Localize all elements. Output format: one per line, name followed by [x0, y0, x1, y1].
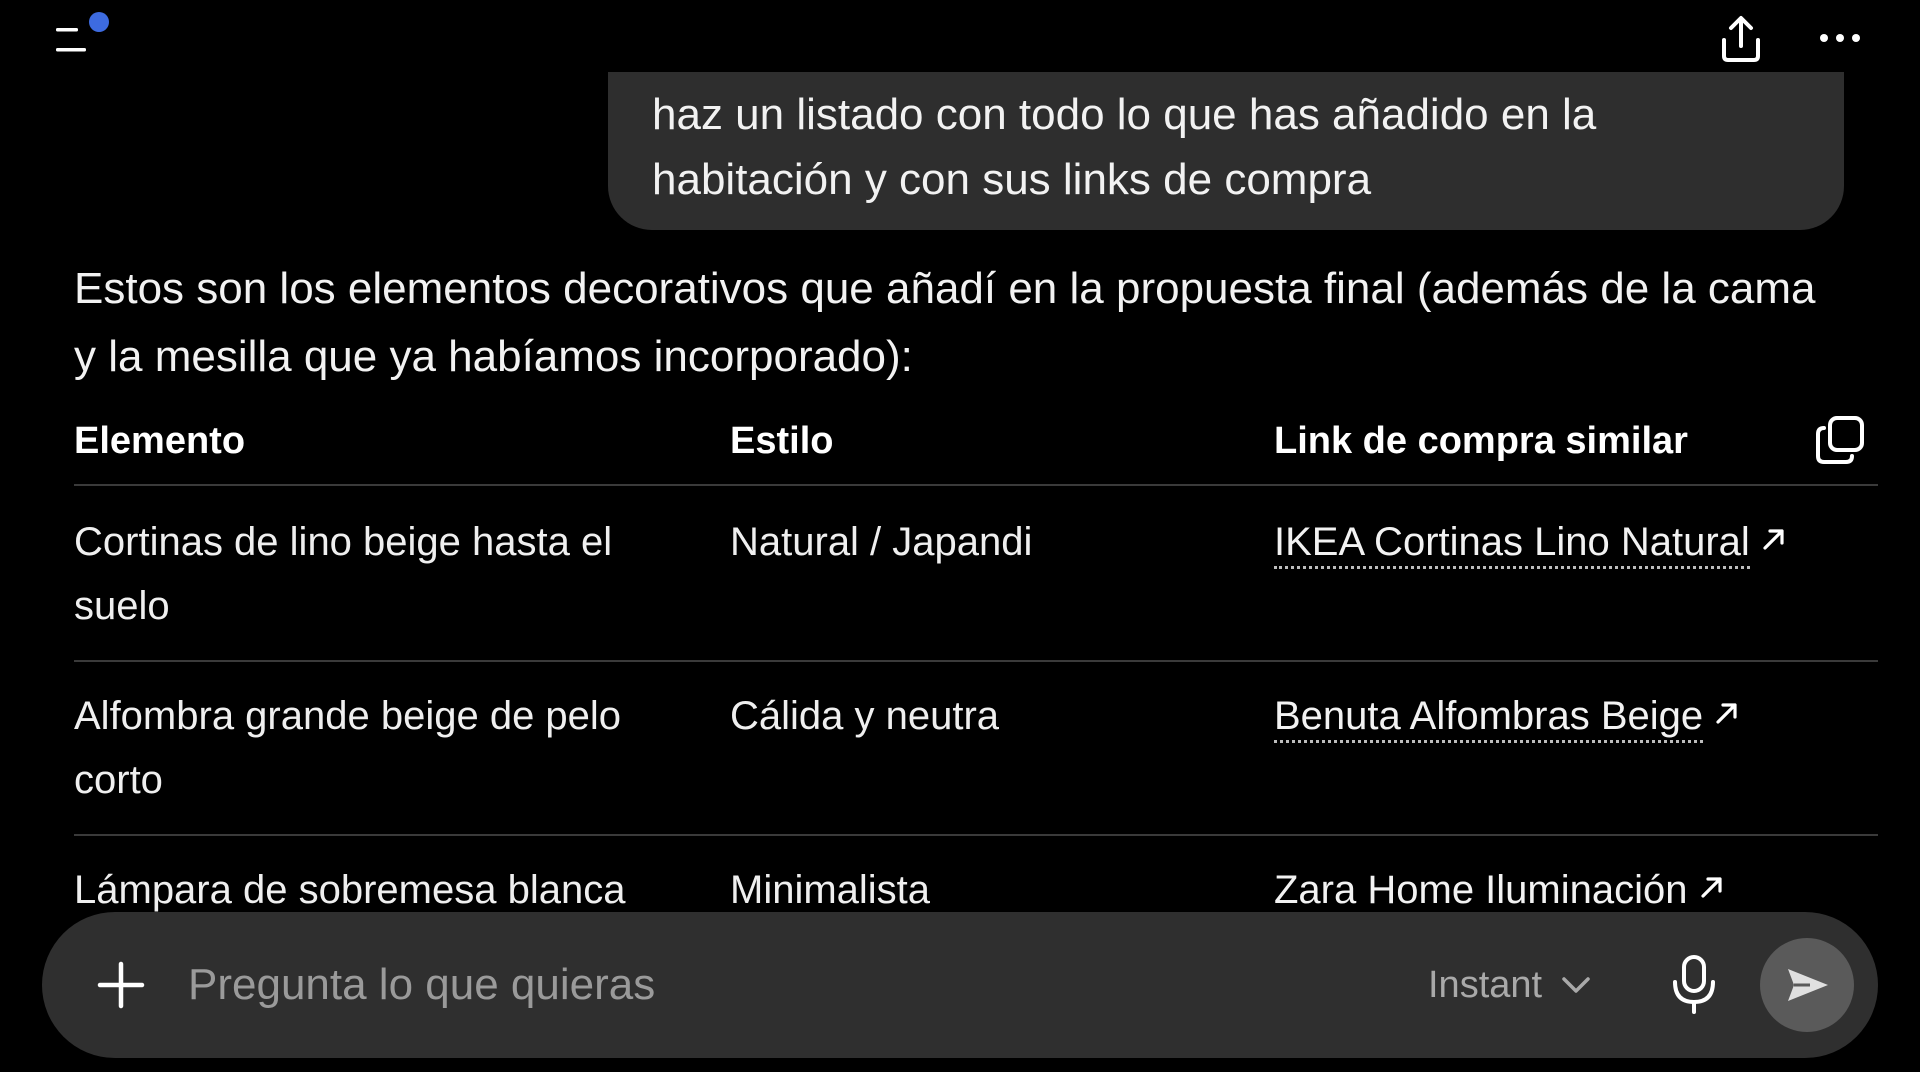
row-element: Alfombra grande beige de pelo corto: [74, 684, 621, 812]
row-element: Cortinas de lino beige hasta el suelo: [74, 510, 612, 638]
shopping-link-text[interactable]: Zara Home Iluminación: [1274, 868, 1688, 912]
row-style: Natural / Japandi: [730, 520, 1033, 564]
external-link-icon: [1700, 877, 1722, 898]
row-element-line: Cortinas de lino beige hasta el: [74, 520, 613, 564]
voice-input-button[interactable]: [1668, 954, 1720, 1016]
user-message-line: haz un listado con todo lo que has añadi…: [652, 90, 1597, 139]
sidebar-menu-icon: [56, 12, 109, 52]
plus-icon: [97, 961, 145, 1009]
user-message-line: habitación y con sus links de compra: [652, 155, 1372, 204]
more-options-button[interactable]: [1816, 22, 1866, 54]
send-icon: [1788, 969, 1828, 1001]
message-input[interactable]: [188, 948, 1388, 1022]
table-header-link: Link de compra similar: [1274, 420, 1688, 462]
copy-icon: [1816, 416, 1864, 464]
chevron-down-icon: [1562, 977, 1590, 993]
notification-dot-icon: [89, 12, 109, 32]
send-button[interactable]: [1760, 938, 1854, 1032]
shopping-link-text[interactable]: Benuta Alfombras Beige: [1274, 694, 1704, 743]
table-header-divider: [74, 484, 1878, 486]
shopping-link[interactable]: Benuta Alfombras Beige: [1274, 684, 1741, 748]
row-style: Cálida y neutra: [730, 694, 1000, 738]
table-header-element: Elemento: [74, 420, 246, 462]
message-composer: Instant: [42, 912, 1878, 1058]
model-mode-label: Instant: [1428, 963, 1543, 1006]
row-element-line: suelo: [74, 584, 170, 628]
share-button[interactable]: [1716, 14, 1766, 64]
table-header-style: Estilo: [730, 420, 834, 462]
share-icon: [1722, 16, 1760, 62]
attach-button[interactable]: [94, 958, 148, 1012]
model-mode-select[interactable]: Instant: [1428, 952, 1592, 1018]
sidebar-menu-button[interactable]: [56, 12, 116, 56]
table-row-divider: [74, 660, 1878, 662]
user-message-bubble: haz un listado con todo lo que has añadi…: [608, 72, 1844, 230]
microphone-icon: [1673, 955, 1715, 1014]
copy-table-button[interactable]: [1814, 414, 1866, 466]
table-row-divider: [74, 834, 1878, 836]
assistant-intro-line: y la mesilla que ya habíamos incorporado…: [74, 332, 913, 381]
external-link-icon: [1716, 703, 1737, 724]
assistant-intro: Estos son los elementos decorativos que …: [74, 255, 1874, 391]
more-icon: [1820, 34, 1860, 42]
external-link-icon: [1763, 529, 1784, 550]
assistant-intro-line: Estos son los elementos decorativos que …: [74, 264, 1816, 313]
row-element-line: Alfombra grande beige de pelo: [74, 694, 622, 738]
shopping-link-text[interactable]: IKEA Cortinas Lino Natural: [1274, 520, 1750, 569]
row-element-line: corto: [74, 758, 163, 802]
shopping-link[interactable]: IKEA Cortinas Lino Natural: [1274, 510, 1788, 574]
